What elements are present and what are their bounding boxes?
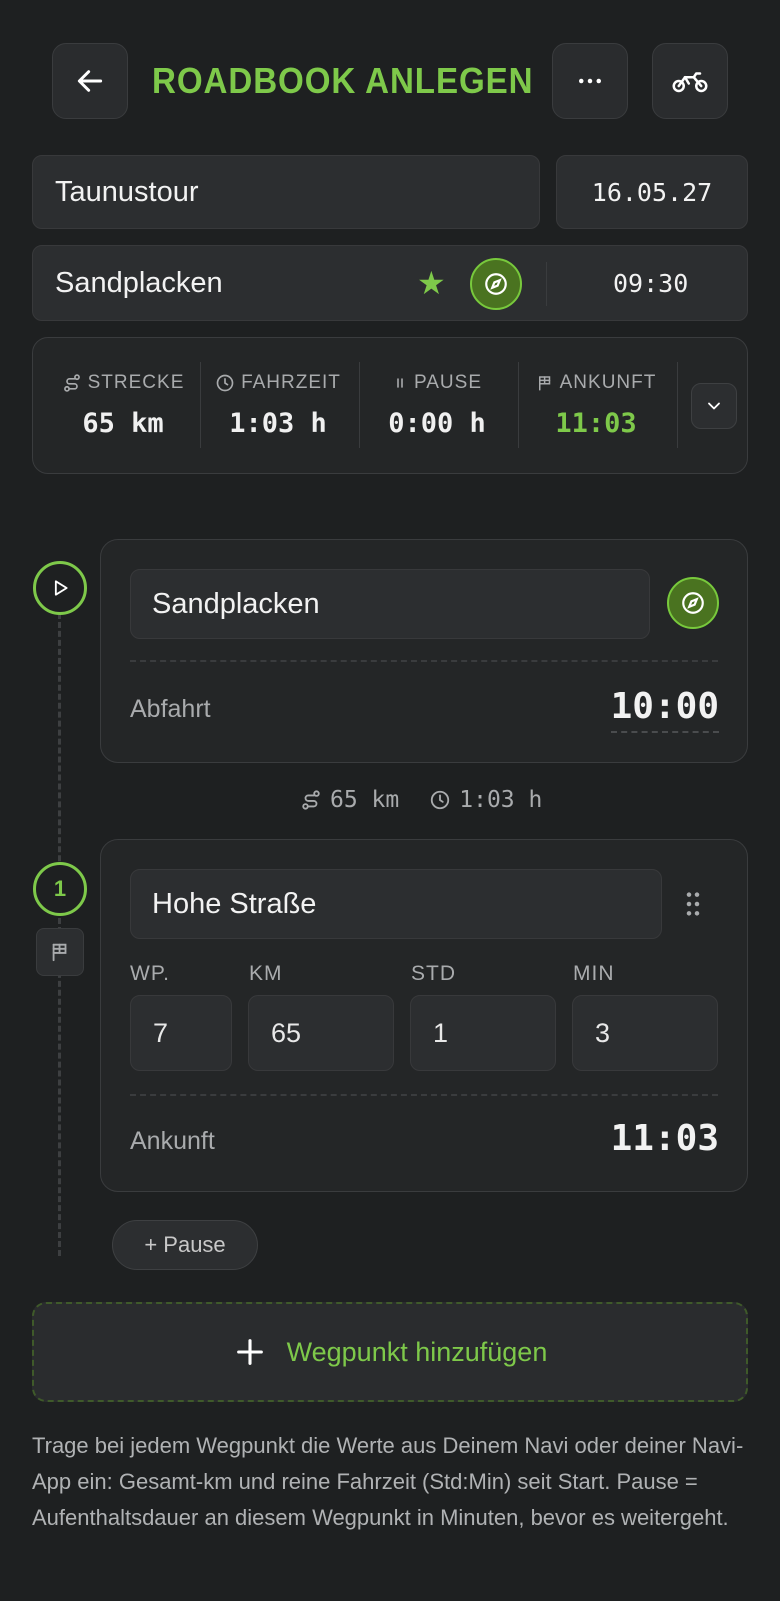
tour-name-input[interactable]: Taunustour bbox=[32, 155, 540, 229]
stat-arrival-value: 11:03 bbox=[555, 408, 637, 439]
wp-value: 7 bbox=[153, 1017, 169, 1048]
flag-icon bbox=[538, 376, 550, 391]
start-location-value[interactable]: Sandplacken bbox=[55, 267, 223, 300]
wp-label: WP. bbox=[130, 962, 170, 985]
stat-divider bbox=[359, 362, 360, 448]
arrow-left-icon bbox=[77, 70, 103, 92]
min-value: 3 bbox=[595, 1017, 611, 1048]
star-icon[interactable]: ★ bbox=[417, 265, 446, 301]
segment-info: 65 km 1:03 h bbox=[300, 787, 542, 813]
stat-divider bbox=[677, 362, 678, 448]
motorcycle-icon bbox=[672, 72, 708, 93]
pause-icon bbox=[397, 378, 403, 388]
segment-distance: 65 km bbox=[330, 787, 400, 813]
add-waypoint-label: Wegpunkt hinzufügen bbox=[286, 1336, 548, 1367]
compass-icon bbox=[485, 273, 507, 295]
stat-divider bbox=[200, 362, 201, 448]
add-pause-button[interactable]: + Pause bbox=[112, 1220, 258, 1270]
clock-icon bbox=[431, 790, 450, 810]
departure-label: Abfahrt bbox=[130, 695, 211, 723]
compass-icon bbox=[682, 592, 704, 614]
stat-arrival-label: ANKUNFT bbox=[559, 372, 657, 393]
segment-duration: 1:03 h bbox=[459, 787, 543, 813]
start-time-value[interactable]: 09:30 bbox=[613, 269, 688, 298]
stat-drive-value: 1:03 h bbox=[229, 408, 327, 439]
km-label: KM bbox=[249, 962, 283, 985]
page-title: ROADBOOK ANLEGEN bbox=[152, 60, 534, 101]
std-label: STD bbox=[411, 962, 456, 985]
stat-distance: STRECKE 65 km bbox=[53, 338, 193, 473]
waypoint-marker: 1 bbox=[33, 862, 87, 916]
flag-icon bbox=[52, 943, 67, 962]
add-pause-label: + Pause bbox=[144, 1232, 226, 1257]
arrival-time-value: 11:03 bbox=[610, 1118, 719, 1159]
min-label: MIN bbox=[573, 962, 615, 985]
waypoint-index: 1 bbox=[53, 876, 67, 901]
std-input[interactable]: 1 bbox=[410, 995, 556, 1071]
arrival-label: Ankunft bbox=[130, 1127, 215, 1155]
start-row-divider bbox=[546, 262, 547, 306]
tour-date-input[interactable]: 16.05.27 bbox=[556, 155, 748, 229]
plus-icon bbox=[236, 1339, 263, 1365]
vehicle-button[interactable] bbox=[652, 43, 728, 119]
std-value: 1 bbox=[433, 1017, 449, 1048]
waypoint-card: Hohe Straße WP. KM STD MIN 7 65 1 3 Anku… bbox=[100, 839, 748, 1192]
stat-pause: PAUSE 0:00 h bbox=[367, 338, 507, 473]
wp-input[interactable]: 7 bbox=[130, 995, 232, 1071]
start-name-input[interactable]: Sandplacken bbox=[130, 569, 650, 639]
summary-expand-button[interactable] bbox=[691, 383, 737, 429]
tour-name-value: Taunustour bbox=[55, 175, 199, 208]
waypoint-card-divider bbox=[130, 1094, 718, 1096]
stat-pause-value: 0:00 h bbox=[388, 408, 486, 439]
stat-drive-time: FAHRZEIT 1:03 h bbox=[208, 338, 348, 473]
help-text: Trage bei jedem Wegpunkt die Werte aus D… bbox=[32, 1433, 744, 1530]
stat-distance-label: STRECKE bbox=[87, 372, 185, 393]
more-horizontal-icon bbox=[579, 78, 601, 84]
start-card-navigate-button[interactable] bbox=[667, 577, 719, 629]
route-icon bbox=[63, 374, 80, 392]
back-button[interactable] bbox=[52, 43, 128, 119]
summary-card: STRECKE 65 km FAHRZEIT 1:03 h PAUSE 0:00… bbox=[32, 337, 748, 474]
start-card: Sandplacken Abfahrt 10:00 bbox=[100, 539, 748, 763]
stat-pause-label: PAUSE bbox=[413, 372, 482, 393]
min-input[interactable]: 3 bbox=[572, 995, 718, 1071]
add-waypoint-button[interactable]: Wegpunkt hinzufügen bbox=[32, 1302, 748, 1402]
km-input[interactable]: 65 bbox=[248, 995, 394, 1071]
waypoint-name-value: Hohe Straße bbox=[152, 887, 317, 920]
drag-handle-icon[interactable] bbox=[677, 888, 709, 920]
more-button[interactable] bbox=[552, 43, 628, 119]
stat-drive-label: FAHRZEIT bbox=[241, 372, 341, 393]
km-value: 65 bbox=[271, 1017, 302, 1048]
start-location-row: Sandplacken ★ 09:30 bbox=[32, 245, 748, 321]
stat-distance-value: 65 km bbox=[82, 408, 164, 439]
chevron-down-icon bbox=[708, 402, 720, 410]
clock-icon bbox=[216, 374, 234, 392]
tour-date-value: 16.05.27 bbox=[591, 177, 713, 207]
start-marker bbox=[33, 561, 87, 615]
waypoint-flag-toggle[interactable] bbox=[36, 928, 84, 976]
start-card-divider bbox=[130, 660, 718, 662]
waypoint-name-input[interactable]: Hohe Straße bbox=[130, 869, 662, 939]
play-icon bbox=[54, 580, 68, 596]
stat-divider bbox=[518, 362, 519, 448]
stat-arrival: ANKUNFT 11:03 bbox=[524, 338, 668, 473]
route-icon bbox=[302, 790, 320, 810]
start-navigate-button[interactable] bbox=[470, 258, 522, 310]
start-name-value: Sandplacken bbox=[152, 587, 320, 620]
departure-time-value[interactable]: 10:00 bbox=[610, 686, 719, 733]
